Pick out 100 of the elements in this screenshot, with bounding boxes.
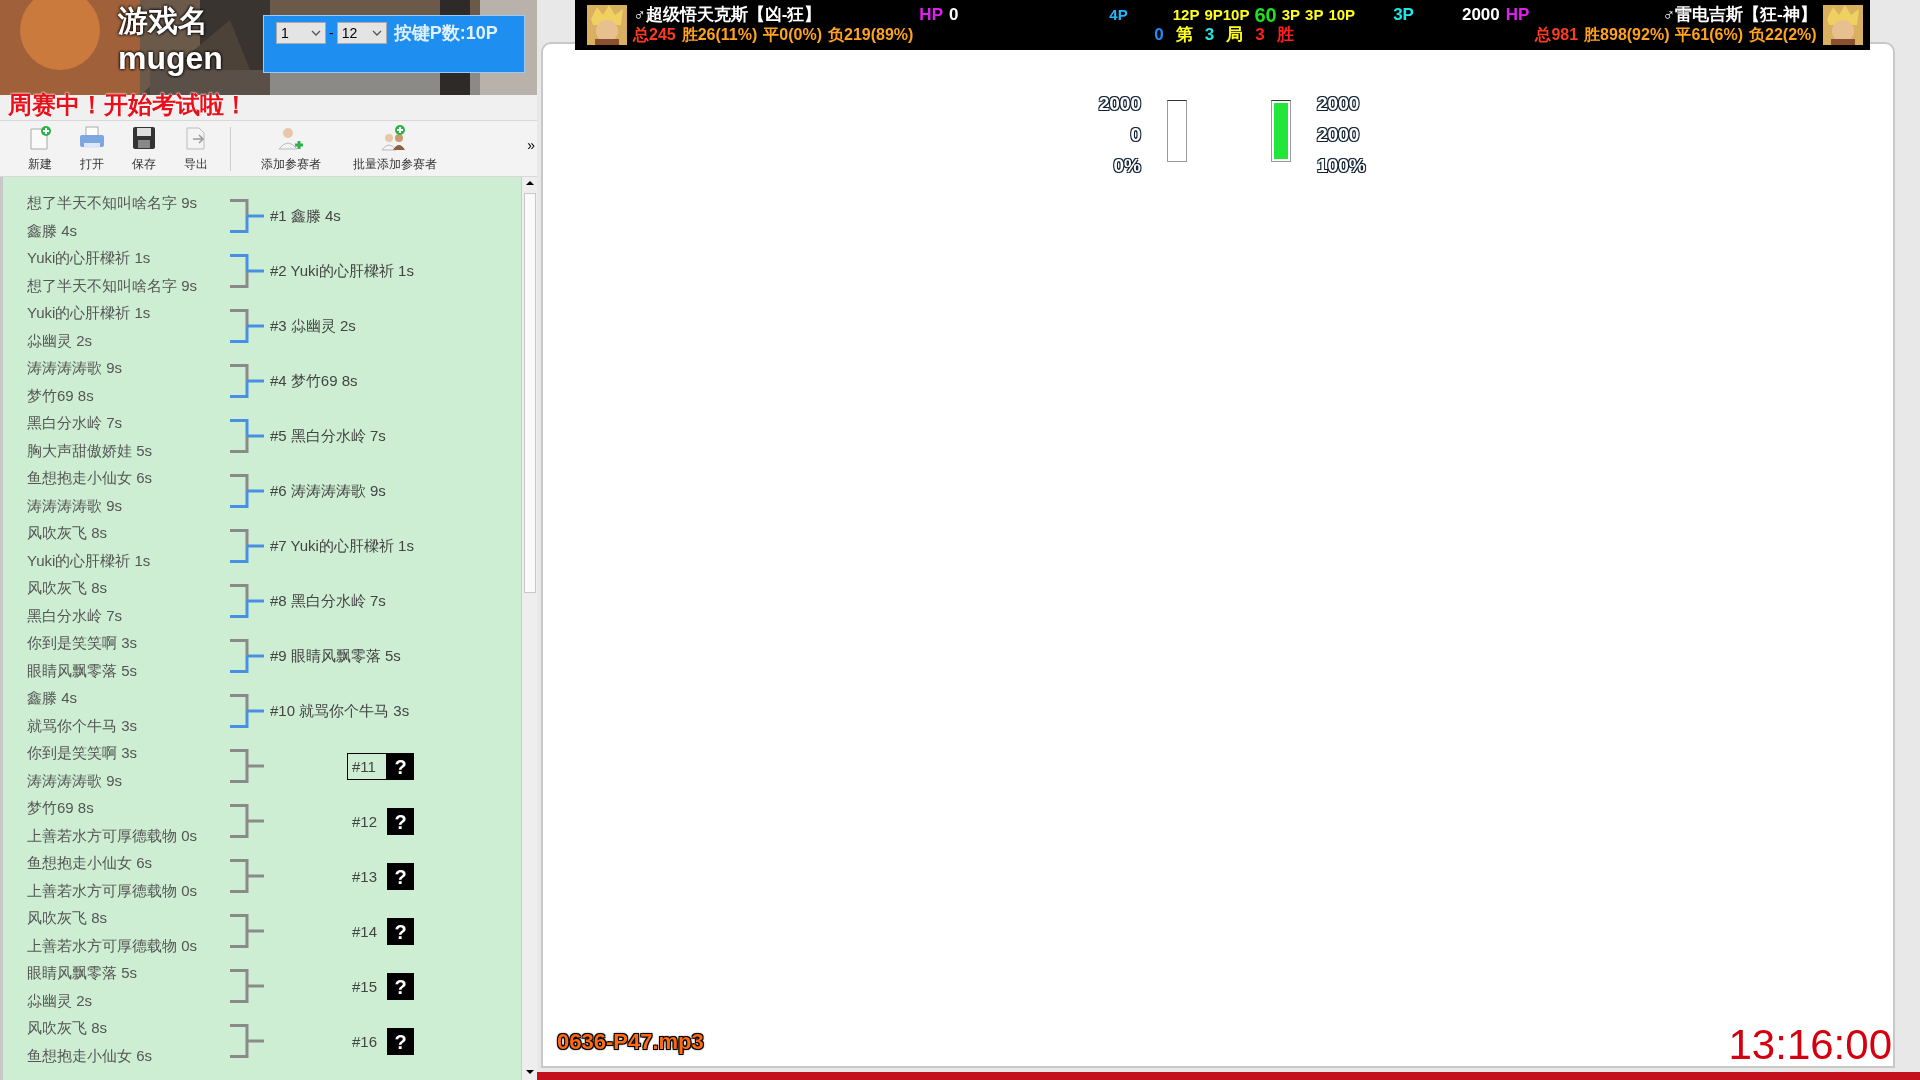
player-entry: 尛幽灵 2s (27, 330, 92, 351)
player-entry: 涛涛涛涛歌 9s (27, 358, 122, 378)
fighter-avatar (1822, 5, 1863, 45)
match-result[interactable]: #5 黑白分水岭 7s (267, 424, 389, 449)
player-tag: 3P (1281, 5, 1301, 25)
match-result[interactable]: #4 梦竹69 8s (267, 369, 361, 394)
match-result[interactable]: #1 鑫滕 4s (267, 204, 344, 229)
unknown-winner-badge: ? (387, 753, 414, 780)
player-entry: 就骂你个牛马 3s (27, 715, 137, 736)
match-result[interactable]: #8 黑白分水岭 7s (267, 589, 389, 614)
meter-reading: 0% (1113, 154, 1141, 178)
fighter-stat: 平0(0%) (763, 25, 822, 45)
fighter-stat: 胜26(11%) (681, 25, 758, 45)
player-entry: 想了半天不知叫啥名字 9s (27, 193, 197, 213)
fighter-stat: 负22(2%) (1749, 25, 1817, 45)
match-result[interactable]: #7 Yuki的心肝樑祈 1s (267, 534, 417, 559)
player-entry: 风吹灰飞 8s (27, 523, 107, 543)
player-entry: 梦竹69 8s (27, 385, 94, 406)
player-entry: 鱼想抱走小仙女 6s (27, 853, 152, 873)
match-result[interactable]: #2 Yuki的心肝樑祈 1s (267, 259, 417, 284)
hp-value: 0 (949, 5, 959, 25)
scroll-up-icon[interactable] (525, 181, 534, 185)
round-info: 胜 (1276, 25, 1294, 45)
round-info: 局 (1226, 25, 1244, 45)
from-select[interactable]: 1 (276, 22, 326, 44)
hp-label: HP (1505, 5, 1530, 25)
match-number[interactable]: #15 (347, 973, 387, 1000)
meter-reading: 100% (1317, 154, 1366, 178)
unknown-winner-badge: ? (387, 863, 414, 890)
player-tag: 9P10P (1204, 5, 1250, 25)
meter-reading: 2000 (1317, 92, 1360, 116)
player-entry: 上善若水方可厚德载物 0s (27, 825, 197, 846)
toolbar-button[interactable]: 新建 (14, 124, 66, 173)
unknown-winner-badge: ? (387, 973, 414, 1000)
player-entry: 涛涛涛涛歌 9s (27, 495, 122, 516)
scrollbar[interactable] (521, 177, 537, 1080)
dropdown-icon (371, 30, 382, 36)
player-entry: 黑白分水岭 7s (27, 605, 122, 626)
game-name: mugen (118, 42, 223, 74)
player-entry: 你到是笑笑啊 3s (27, 633, 137, 653)
match-number[interactable]: #13 (347, 863, 387, 890)
player-entry: Yuki的心肝樑祈 1s (27, 248, 151, 268)
player-entry: 胸大声甜傲娇娃 5s (27, 440, 152, 461)
fighter-stat: 负219(89%) (828, 25, 914, 45)
fighter-stat: 总245 (633, 25, 676, 45)
player-entry: 涛涛涛涛歌 9s (27, 770, 122, 791)
player-entry: 尛幽灵 2s (27, 990, 92, 1011)
player-tag: 10P (1328, 5, 1356, 25)
player-entry: 梦竹69 8s (27, 798, 94, 818)
match-number[interactable]: #11 (347, 753, 387, 780)
toolbar-button[interactable]: 导出 (170, 124, 222, 173)
player-entry: 鑫滕 4s (27, 220, 77, 241)
player-tag: 4P (1109, 5, 1128, 25)
player-entry: 风吹灰飞 8s (27, 908, 107, 928)
meter-reading: 2000 (1317, 123, 1360, 147)
player-entry: 风吹灰飞 8s (27, 578, 107, 598)
match-result[interactable]: #9 眼睛风飘零落 5s (267, 644, 404, 669)
notice-text: 周赛中！开始考试啦！ (8, 90, 248, 120)
scroll-down-icon[interactable] (525, 1070, 534, 1074)
toolbar-button[interactable]: 添加参赛者 (239, 124, 343, 173)
fighter-name: ♂超级悟天克斯【凶-狂】 (633, 5, 822, 25)
scroll-thumb[interactable] (523, 193, 536, 593)
round-info: 第 (1175, 25, 1193, 45)
player-tag: 60 (1254, 5, 1277, 25)
unknown-winner-badge: ? (387, 1028, 414, 1055)
to-select[interactable]: 12 (336, 22, 387, 44)
meter-reading: 2000 (1098, 92, 1141, 116)
match-number[interactable]: #16 (347, 1028, 387, 1055)
range-separator: - (329, 24, 334, 43)
player-entry: Yuki的心肝樑祈 1s (27, 550, 151, 571)
player-entry: 风吹灰飞 8s (27, 1018, 107, 1038)
match-number[interactable]: #14 (347, 918, 387, 945)
player-entry: 上善若水方可厚德载物 0s (27, 880, 197, 901)
game-title: 游戏名 (118, 6, 209, 36)
unknown-winner-badge: ? (387, 918, 414, 945)
player-tag: 12P (1172, 5, 1200, 25)
clock: 13:16:00 (1728, 1024, 1892, 1066)
player-tag: 3P (1393, 5, 1414, 25)
player-entry: 鱼想抱走小仙女 6s (27, 468, 152, 488)
fighter-name: ♂雷电吉斯【狂-神】 (1662, 5, 1817, 25)
player-entry: 眼睛风飘零落 5s (27, 963, 137, 983)
track-name: 0636-P47.mp3 (557, 1028, 704, 1056)
toolbar-button[interactable]: 批量添加参赛者 (343, 124, 447, 173)
match-result[interactable]: #10 就骂你个牛马 3s (267, 699, 413, 724)
match-result[interactable]: #3 尛幽灵 2s (267, 314, 359, 339)
printer-icon (78, 124, 106, 151)
toolbar-button[interactable]: 打开 (66, 124, 118, 173)
match-number[interactable]: #12 (347, 808, 387, 835)
toolbar-overflow-button[interactable]: » (527, 135, 535, 156)
player-entry: 想了半天不知叫啥名字 9s (27, 275, 197, 296)
player-entry: 鑫滕 4s (27, 688, 77, 708)
fighter-stat: 胜898(92%) (1584, 25, 1670, 45)
player-entry: Yuki的心肝樑祈 1s (27, 303, 151, 323)
fighter-stat: 总981 (1535, 25, 1579, 45)
player-tag: 3P (1305, 5, 1324, 25)
hp-value: 2000 (1461, 5, 1500, 25)
player-entry: 黑白分水岭 7s (27, 413, 122, 433)
round-info: 3 (1204, 25, 1215, 45)
match-result[interactable]: #6 涛涛涛涛歌 9s (267, 479, 389, 504)
toolbar-button[interactable]: 保存 (118, 124, 170, 173)
